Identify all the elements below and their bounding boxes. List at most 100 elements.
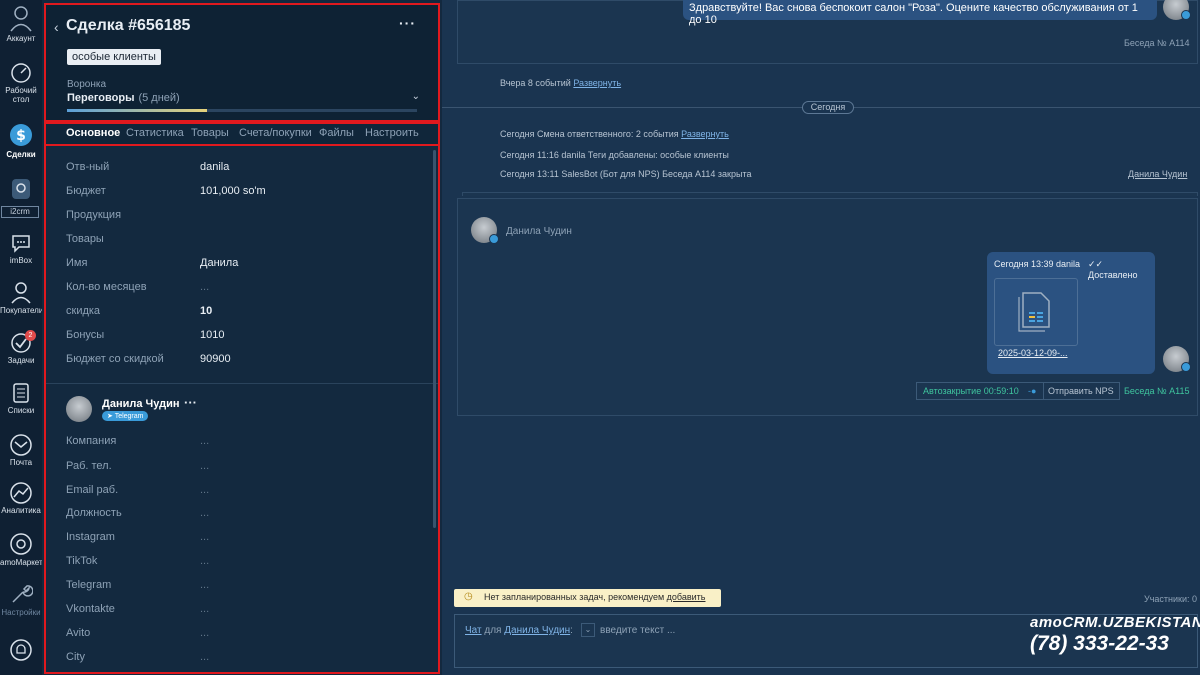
field-row[interactable]: Бонусы 1010 — [66, 329, 426, 345]
contact-field-row[interactable]: Instagram... — [66, 531, 426, 547]
document-icon — [1018, 292, 1050, 332]
tab-invoices[interactable]: Счета/покупки — [239, 127, 312, 139]
telegram-icon — [489, 234, 499, 244]
chat-contact-link[interactable]: Данила Чудин — [504, 625, 570, 636]
outgoing-message[interactable]: Здравствуйте! Вас снова беспокоит салон … — [683, 0, 1157, 26]
chevron-down-icon[interactable]: ⌄ — [412, 91, 420, 102]
divider — [1043, 383, 1044, 399]
expand-link[interactable]: Развернуть — [681, 129, 729, 139]
svg-text:$: $ — [16, 128, 26, 144]
deals-icon: $ — [10, 124, 32, 146]
field-row[interactable]: Бюджет со скидкой 90900 — [66, 353, 426, 369]
tab-products[interactable]: Товары — [191, 127, 229, 139]
brand-logo: amoCRM.UZBEKISTAN — [1030, 614, 1200, 631]
chat-bubble-icon — [12, 235, 30, 253]
delivery-status: ✓✓ Доставлено — [1088, 259, 1138, 280]
nav-tasks[interactable]: 2 Задачи — [0, 330, 42, 365]
nav-desktop[interactable]: Рабочий стол — [0, 62, 42, 104]
contact-field-row[interactable]: TikTok... — [66, 555, 426, 571]
nav-deals[interactable]: $ Сделки — [0, 122, 42, 159]
contact-field-row[interactable]: Раб. тел.... — [66, 460, 426, 476]
contact-field-row[interactable]: Должность... — [66, 507, 426, 523]
participants-count[interactable]: Участники: 0 — [1144, 594, 1197, 604]
contact-link[interactable]: Данила Чудин — [1128, 169, 1187, 179]
stage-days: (5 дней) — [138, 92, 180, 104]
speedometer-icon — [11, 63, 31, 83]
chat-input[interactable]: введите текст ... — [600, 625, 675, 636]
chevron-down-icon[interactable]: ⌄ — [581, 623, 595, 637]
left-nav: Аккаунт Рабочий стол $ Сделки i2crm imBo… — [0, 0, 43, 675]
telegram-icon — [1181, 362, 1191, 372]
field-row[interactable]: скидка 10 — [66, 305, 426, 321]
i2crm-label: i2crm — [1, 206, 39, 218]
funnel-stage[interactable]: Переговоры (5 дней) — [67, 92, 180, 104]
send-nps-button[interactable]: Отправить NPS — [1048, 386, 1114, 396]
incoming-file-message[interactable]: Сегодня 13:39 danila ✓✓ Доставлено 2025-… — [987, 252, 1155, 374]
chat-target: Чат для Данила Чудин: — [465, 625, 573, 636]
contact-name[interactable]: Данила Чудин — [102, 398, 179, 410]
contact-avatar[interactable] — [66, 396, 92, 422]
expand-link[interactable]: Развернуть — [573, 78, 621, 88]
nps-controls: Автозакрытие 00:59:10 -● Отправить NPS — [916, 382, 1120, 400]
file-name-link[interactable]: 2025-03-12-09-... — [998, 348, 1068, 358]
chat-type-link[interactable]: Чат — [465, 625, 482, 636]
conversation-label[interactable]: Беседа № A114 — [1124, 38, 1189, 48]
deal-fields: Отв-ный danila Бюджет 101,000 so'm Продукц… — [44, 146, 440, 674]
double-check-icon: ✓✓ — [1088, 259, 1104, 269]
contact-field-row[interactable]: Vkontakte... — [66, 603, 426, 619]
analytics-icon — [10, 482, 32, 504]
toggle-icon[interactable]: -● — [1028, 386, 1036, 396]
nav-mail[interactable]: Почта — [0, 434, 42, 467]
nav-imbox[interactable]: imBox — [0, 232, 42, 265]
nav-account[interactable]: Аккаунт — [0, 4, 42, 43]
autoclose-timer[interactable]: Автозакрытие 00:59:10 — [923, 386, 1019, 396]
field-row[interactable]: Бюджет 101,000 so'm — [66, 185, 426, 201]
field-row[interactable]: Имя Данила — [66, 257, 426, 273]
sender-name[interactable]: Данила Чудин — [506, 226, 572, 237]
nav-i2crm[interactable] — [0, 178, 42, 202]
stage-progress-fill — [67, 109, 207, 112]
nav-lists[interactable]: Списки — [0, 382, 42, 415]
contact-field-row[interactable]: Email раб.... — [66, 484, 426, 500]
nav-settings[interactable]: Настройки — [0, 582, 42, 617]
nav-analytics[interactable]: Аналитика — [0, 482, 42, 515]
field-row[interactable]: Продукция — [66, 209, 426, 225]
nav-market[interactable]: amoМаркет — [0, 532, 43, 567]
nav-buyers[interactable]: Покупатели — [0, 280, 43, 315]
tab-main[interactable]: Основное — [66, 127, 120, 139]
i2crm-icon — [12, 179, 30, 199]
clock-icon: ◷ — [464, 591, 473, 602]
add-task-link[interactable]: добавить — [667, 592, 706, 602]
market-icon — [10, 533, 32, 555]
divider — [46, 383, 438, 384]
funnel-label: Воронка — [67, 79, 107, 90]
deal-tag[interactable]: особые клиенты — [67, 49, 161, 65]
fields-scrollbar[interactable] — [433, 150, 436, 528]
conversation-label[interactable]: Беседа № A115 — [1124, 386, 1189, 396]
deal-tabs: Основное Статистика Товары Счета/покупки… — [44, 122, 440, 146]
nav-notifications[interactable] — [0, 638, 42, 664]
field-row[interactable]: Кол-во месяцев... — [66, 281, 426, 297]
tab-settings[interactable]: Настроить — [365, 127, 419, 139]
contact-field-row[interactable]: Telegram... — [66, 579, 426, 595]
tab-files[interactable]: Файлы — [319, 127, 354, 139]
card-stack-edge — [462, 192, 1198, 196]
field-row[interactable]: Отв-ный danila — [66, 161, 426, 177]
deal-title[interactable]: Сделка #656185 — [66, 17, 190, 35]
tasks-badge: 2 — [25, 330, 36, 341]
file-attachment[interactable] — [994, 278, 1078, 346]
back-button[interactable]: ‹ — [54, 19, 59, 35]
tab-statistics[interactable]: Статистика — [126, 127, 184, 139]
telegram-badge: ➤ Telegram — [102, 411, 149, 421]
telegram-icon — [1181, 10, 1191, 20]
no-tasks-banner: ◷ Нет запланированных задач, рекомендуем… — [454, 589, 721, 607]
wrench-icon — [12, 585, 33, 603]
event-item: Сегодня 11:16 danila Теги добавлены: осо… — [500, 150, 729, 160]
deal-menu-button[interactable]: ··· — [399, 15, 416, 31]
field-row[interactable]: Товары — [66, 233, 426, 249]
contact-field-row[interactable]: Компания... — [66, 435, 426, 451]
contact-field-row[interactable]: Avito... — [66, 627, 426, 643]
contact-field-row[interactable]: City... — [66, 651, 426, 667]
today-pill: Сегодня — [802, 101, 854, 114]
contact-menu-button[interactable]: ··· — [184, 395, 197, 410]
